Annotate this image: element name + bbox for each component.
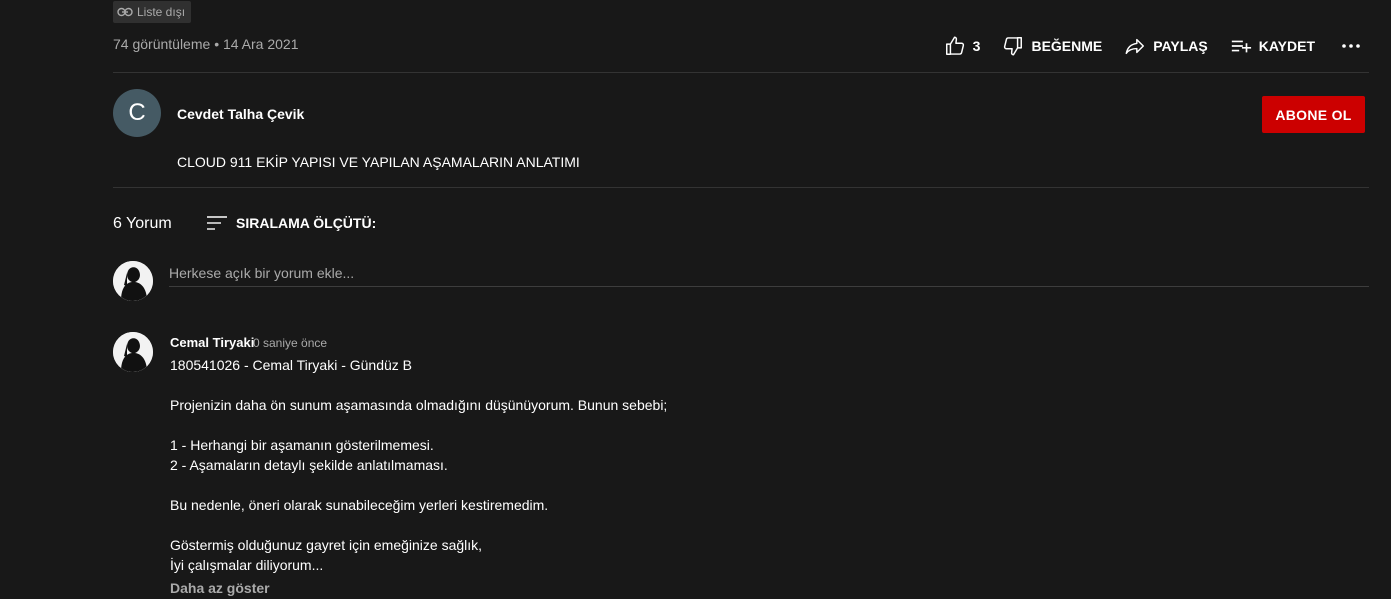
sort-label: SIRALAMA ÖLÇÜTÜ: — [236, 215, 377, 231]
share-icon — [1125, 38, 1145, 55]
dislike-button[interactable]: BEĞENME — [1002, 35, 1102, 57]
save-button[interactable]: KAYDET — [1230, 35, 1315, 57]
comment-line — [170, 475, 1170, 495]
divider-description — [113, 187, 1369, 188]
show-less-button[interactable]: Daha az göster — [170, 580, 270, 596]
divider-top — [113, 72, 1369, 73]
upload-date: 14 Ara 2021 — [222, 36, 299, 52]
channel-avatar-letter: C — [128, 99, 146, 126]
comment-text: 180541026 - Cemal Tiryaki - Gündüz B Pro… — [170, 355, 1170, 575]
comment-line: Projenizin daha ön sunum aşamasında olma… — [170, 397, 668, 413]
comment-line — [170, 515, 1170, 535]
sort-icon — [207, 216, 227, 230]
link-icon — [117, 7, 133, 17]
video-meta: 74 görüntüleme • 14 Ara 2021 — [113, 36, 299, 52]
channel-name[interactable]: Cevdet Talha Çevik — [177, 106, 304, 122]
comment-line: 1 - Herhangi bir aşamanın gösterilmemesi… — [170, 437, 434, 453]
comment-line: İyi çalışmalar diliyorum... — [170, 557, 324, 573]
more-horizontal-icon — [1342, 44, 1360, 48]
save-label: KAYDET — [1258, 38, 1315, 54]
like-button[interactable]: 3 — [944, 35, 981, 57]
comment-line — [170, 375, 1170, 395]
share-label: PAYLAŞ — [1153, 38, 1208, 54]
comment-line: Göstermiş olduğunuz gayret için emeğiniz… — [170, 537, 483, 553]
subscribe-button[interactable]: ABONE OL — [1262, 96, 1365, 133]
add-comment-input[interactable] — [169, 260, 1369, 287]
video-info-page: Liste dışı 74 görüntüleme • 14 Ara 2021 … — [0, 0, 1391, 599]
like-count: 3 — [972, 38, 981, 54]
sort-menu-button[interactable]: SIRALAMA ÖLÇÜTÜ: — [206, 212, 376, 234]
comment-line — [170, 415, 1170, 435]
user-silhouette-icon — [113, 332, 153, 372]
playlist-add-icon — [1231, 40, 1251, 53]
comment-line: 180541026 - Cemal Tiryaki - Gündüz B — [170, 357, 413, 373]
comment-line: Bu nedenle, öneri olarak sunabileceğim y… — [170, 497, 549, 513]
comment-timestamp[interactable]: 0 saniye önce — [253, 336, 327, 350]
comment-author-name[interactable]: Cemal Tiryaki — [170, 335, 254, 350]
unlisted-badge: Liste dışı — [113, 1, 192, 23]
meta-separator: • — [214, 36, 220, 52]
thumb-down-icon — [1004, 37, 1023, 56]
view-count: 74 görüntüleme — [113, 36, 211, 52]
video-description: CLOUD 911 EKİP YAPISI VE YAPILAN AŞAMALA… — [177, 154, 580, 170]
thumb-up-icon — [945, 36, 964, 55]
dislike-label: BEĞENME — [1031, 38, 1103, 54]
user-silhouette-icon — [113, 261, 153, 301]
video-actions: 3 BEĞENME PAYLAŞ KAYDET — [944, 34, 1363, 58]
comment-count: 6 Yorum — [113, 215, 172, 232]
comment-author-avatar[interactable] — [113, 332, 153, 372]
more-actions-button[interactable] — [1339, 34, 1363, 58]
channel-avatar[interactable]: C — [113, 89, 161, 137]
unlisted-badge-label: Liste dışı — [137, 5, 186, 19]
current-user-avatar — [113, 261, 153, 301]
comment-line: 2 - Aşamaların detaylı şekilde anlatılma… — [170, 457, 448, 473]
share-button[interactable]: PAYLAŞ — [1124, 35, 1208, 57]
